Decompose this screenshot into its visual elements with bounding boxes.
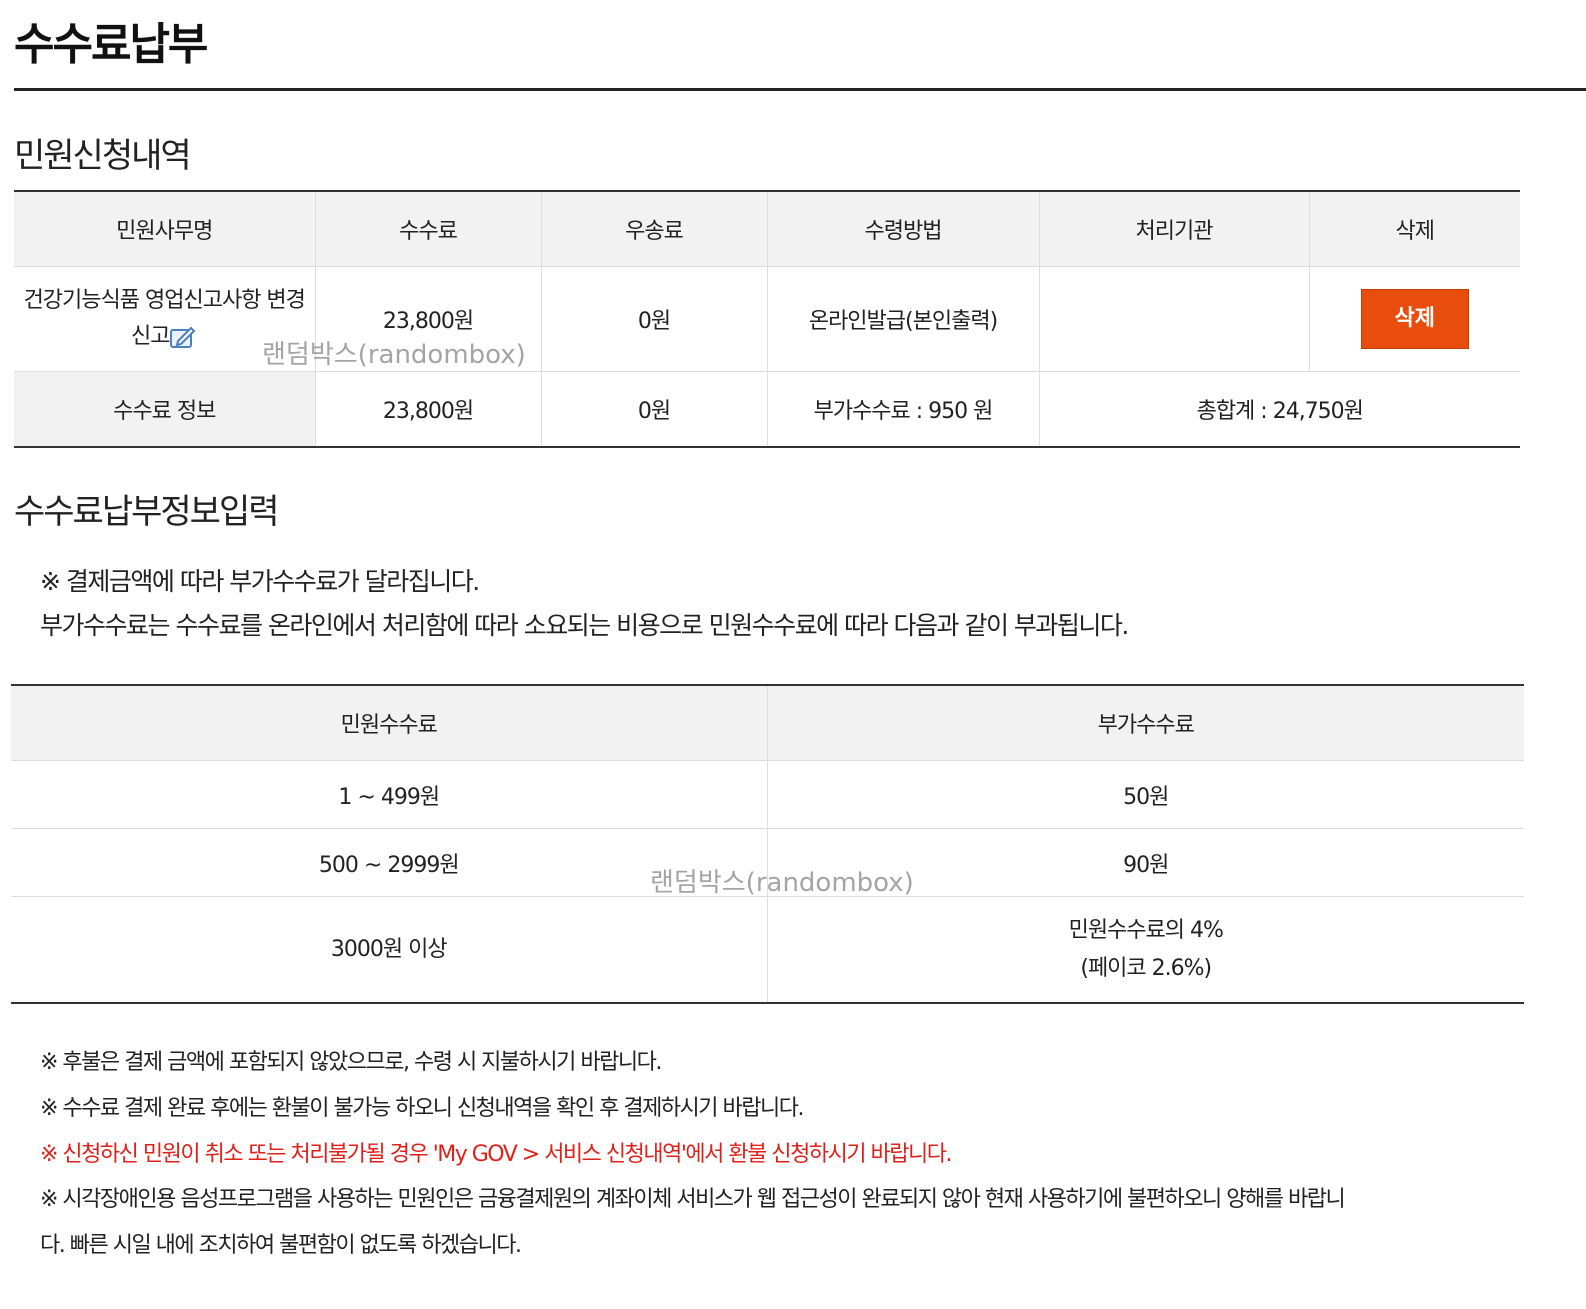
header-receipt-method: 수령방법 — [766, 191, 1039, 267]
table-header-row: 민원수수료 부가수수료 — [11, 685, 1524, 761]
extra-fee-value: 90원 — [766, 828, 1524, 897]
summary-fee: 23,800원 — [314, 371, 541, 447]
notice-line-1: ※ 결제금액에 따라 부가수수료가 달라집니다. — [40, 567, 480, 596]
footnote-accessibility-cont: 다. 빠른 시일 내에 조치하여 불편함이 없도록 하겠습니다. — [40, 1233, 522, 1258]
header-extra-fee: 부가수수료 — [766, 685, 1524, 761]
footnote-refund: ※ 수수료 결제 완료 후에는 환불이 불가능 하오니 신청내역을 확인 후 결… — [40, 1096, 805, 1121]
task-name: 건강기능식품 영업신고사항 변경신고 — [23, 288, 306, 349]
fee-cell: 23,800원 — [314, 266, 541, 372]
notice-line-2: 부가수수료는 수수료를 온라인에서 처리함에 따라 소요되는 비용으로 민원수수… — [40, 611, 1129, 640]
fee-summary-row: 수수료 정보 23,800원 0원 부가수수료 : 950 원 총합계 : 24… — [14, 371, 1520, 447]
summary-label: 수수료 정보 — [14, 371, 315, 447]
payment-section-title: 수수료납부정보입력 — [14, 492, 280, 532]
table-row: 건강기능식품 영업신고사항 변경신고 23,800원 0원 온라인발급(본인출력… — [14, 266, 1520, 372]
apply-history-table: 민원사무명 수수료 우송료 수령방법 처리기관 삭제 건강기능식품 영업신고사항… — [14, 190, 1520, 448]
receipt-method-cell: 온라인발급(본인출력) — [766, 266, 1039, 372]
header-agency: 처리기관 — [1038, 191, 1309, 267]
page-title: 수수료납부 — [14, 19, 208, 70]
footnote-accessibility: ※ 시각장애인용 음성프로그램을 사용하는 민원인은 금융결제원의 계좌이체 서… — [40, 1187, 1346, 1212]
edit-icon[interactable] — [169, 325, 197, 349]
fee-range: 1 ~ 499원 — [11, 760, 767, 829]
title-divider — [14, 88, 1586, 91]
header-delete: 삭제 — [1308, 191, 1520, 267]
extra-fee-table: 민원수수료 부가수수료 1 ~ 499원 50원 500 ~ 2999원 90원… — [11, 684, 1524, 1004]
extra-fee-value: 50원 — [766, 760, 1524, 829]
agency-cell — [1038, 266, 1309, 372]
apply-section-title: 민원신청내역 — [14, 136, 192, 176]
table-row: 3000원 이상 민원수수료의 4% (페이코 2.6%) — [11, 896, 1524, 1003]
table-header-row: 민원사무명 수수료 우송료 수령방법 처리기관 삭제 — [14, 191, 1520, 267]
extra-fee-payco: (페이코 2.6%) — [1080, 955, 1212, 981]
postage-cell: 0원 — [540, 266, 767, 372]
summary-extra-fee: 부가수수료 : 950 원 — [766, 371, 1039, 447]
extra-fee-percent: 민원수수료의 4% — [1068, 917, 1224, 943]
header-fee: 수수료 — [314, 191, 541, 267]
fee-range: 3000원 이상 — [330, 936, 448, 962]
summary-postage: 0원 — [540, 371, 767, 447]
delete-cell: 삭제 — [1308, 266, 1520, 372]
task-name-cell: 건강기능식품 영업신고사항 변경신고 — [14, 266, 315, 372]
header-postage: 우송료 — [540, 191, 767, 267]
header-civil-fee: 민원수수료 — [11, 685, 767, 761]
footnote-deferred: ※ 후불은 결제 금액에 포함되지 않았으므로, 수령 시 지불하시기 바랍니다… — [40, 1050, 662, 1075]
fee-range: 500 ~ 2999원 — [11, 828, 767, 897]
table-row: 500 ~ 2999원 90원 — [11, 828, 1524, 897]
table-row: 1 ~ 499원 50원 — [11, 760, 1524, 829]
delete-button[interactable]: 삭제 — [1360, 289, 1469, 349]
extra-fee-value: 민원수수료의 4% (페이코 2.6%) — [766, 896, 1524, 1003]
footnote-cancel-warning: ※ 신청하신 민원이 취소 또는 처리불가될 경우 'My GOV > 서비스 … — [40, 1142, 953, 1167]
summary-total: 총합계 : 24,750원 — [1038, 371, 1520, 447]
header-task-name: 민원사무명 — [14, 191, 315, 267]
